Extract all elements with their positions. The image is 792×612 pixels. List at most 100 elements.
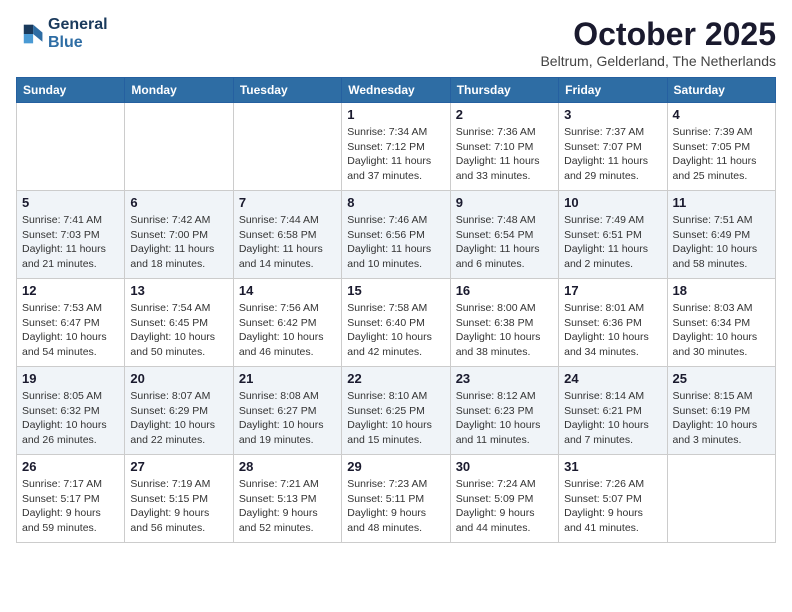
day-info: Sunrise: 8:07 AMSunset: 6:29 PMDaylight:… bbox=[130, 389, 227, 448]
col-header-monday: Monday bbox=[125, 78, 233, 103]
calendar-cell: 30 Sunrise: 7:24 AMSunset: 5:09 PMDayligh… bbox=[450, 455, 558, 543]
day-number: 1 bbox=[347, 107, 444, 122]
calendar-cell: 3 Sunrise: 7:37 AMSunset: 7:07 PMDaylight… bbox=[559, 103, 667, 191]
logo: General Blue bbox=[16, 16, 108, 52]
header-row: SundayMondayTuesdayWednesdayThursdayFrid… bbox=[17, 78, 776, 103]
day-number: 11 bbox=[673, 195, 770, 210]
col-header-thursday: Thursday bbox=[450, 78, 558, 103]
col-header-friday: Friday bbox=[559, 78, 667, 103]
day-number: 12 bbox=[22, 283, 119, 298]
calendar-cell bbox=[17, 103, 125, 191]
day-info: Sunrise: 8:15 AMSunset: 6:19 PMDaylight:… bbox=[673, 389, 770, 448]
calendar-cell: 25 Sunrise: 8:15 AMSunset: 6:19 PMDayligh… bbox=[667, 367, 775, 455]
calendar-cell: 21 Sunrise: 8:08 AMSunset: 6:27 PMDayligh… bbox=[233, 367, 341, 455]
day-info: Sunrise: 7:17 AMSunset: 5:17 PMDaylight:… bbox=[22, 477, 119, 536]
calendar-cell: 11Sunrise: 7:51 AMSunset: 6:49 PMDayligh… bbox=[667, 191, 775, 279]
calendar-table: SundayMondayTuesdayWednesdayThursdayFrid… bbox=[16, 77, 776, 543]
day-number: 22 bbox=[347, 371, 444, 386]
calendar-week-2: 5Sunrise: 7:41 AMSunset: 7:03 PMDaylight… bbox=[17, 191, 776, 279]
calendar-cell: 23 Sunrise: 8:12 AMSunset: 6:23 PMDayligh… bbox=[450, 367, 558, 455]
day-number: 30 bbox=[456, 459, 553, 474]
calendar-cell bbox=[125, 103, 233, 191]
day-number: 25 bbox=[673, 371, 770, 386]
calendar-cell: 5Sunrise: 7:41 AMSunset: 7:03 PMDaylight… bbox=[17, 191, 125, 279]
logo-icon bbox=[16, 20, 44, 48]
calendar-cell: 15 Sunrise: 7:58 AMSunset: 6:40 PMDayligh… bbox=[342, 279, 450, 367]
col-header-sunday: Sunday bbox=[17, 78, 125, 103]
day-info: Sunrise: 7:46 AMSunset: 6:56 PMDaylight:… bbox=[347, 213, 444, 272]
calendar-cell: 1 Sunrise: 7:34 AMSunset: 7:12 PMDaylight… bbox=[342, 103, 450, 191]
calendar-cell: 17 Sunrise: 8:01 AMSunset: 6:36 PMDayligh… bbox=[559, 279, 667, 367]
day-info: Sunrise: 7:34 AMSunset: 7:12 PMDaylight:… bbox=[347, 125, 444, 184]
day-number: 20 bbox=[130, 371, 227, 386]
calendar-cell: 18 Sunrise: 8:03 AMSunset: 6:34 PMDayligh… bbox=[667, 279, 775, 367]
day-info: Sunrise: 7:54 AMSunset: 6:45 PMDaylight:… bbox=[130, 301, 227, 360]
day-number: 21 bbox=[239, 371, 336, 386]
day-number: 27 bbox=[130, 459, 227, 474]
calendar-cell: 29 Sunrise: 7:23 AMSunset: 5:11 PMDayligh… bbox=[342, 455, 450, 543]
calendar-week-5: 26Sunrise: 7:17 AMSunset: 5:17 PMDayligh… bbox=[17, 455, 776, 543]
calendar-cell: 27 Sunrise: 7:19 AMSunset: 5:15 PMDayligh… bbox=[125, 455, 233, 543]
calendar-cell: 8 Sunrise: 7:46 AMSunset: 6:56 PMDaylight… bbox=[342, 191, 450, 279]
day-info: Sunrise: 7:49 AMSunset: 6:51 PMDaylight:… bbox=[564, 213, 661, 272]
day-info: Sunrise: 7:39 AMSunset: 7:05 PMDaylight:… bbox=[673, 125, 770, 184]
calendar-cell: 20 Sunrise: 8:07 AMSunset: 6:29 PMDayligh… bbox=[125, 367, 233, 455]
col-header-saturday: Saturday bbox=[667, 78, 775, 103]
day-info: Sunrise: 7:44 AMSunset: 6:58 PMDaylight:… bbox=[239, 213, 336, 272]
day-info: Sunrise: 8:10 AMSunset: 6:25 PMDaylight:… bbox=[347, 389, 444, 448]
calendar-cell bbox=[667, 455, 775, 543]
day-number: 14 bbox=[239, 283, 336, 298]
calendar-cell: 13 Sunrise: 7:54 AMSunset: 6:45 PMDayligh… bbox=[125, 279, 233, 367]
day-info: Sunrise: 8:14 AMSunset: 6:21 PMDaylight:… bbox=[564, 389, 661, 448]
calendar-cell: 24 Sunrise: 8:14 AMSunset: 6:21 PMDayligh… bbox=[559, 367, 667, 455]
day-info: Sunrise: 7:21 AMSunset: 5:13 PMDaylight:… bbox=[239, 477, 336, 536]
calendar-week-1: 1 Sunrise: 7:34 AMSunset: 7:12 PMDaylight… bbox=[17, 103, 776, 191]
day-number: 17 bbox=[564, 283, 661, 298]
day-info: Sunrise: 7:42 AMSunset: 7:00 PMDaylight:… bbox=[130, 213, 227, 272]
day-info: Sunrise: 8:01 AMSunset: 6:36 PMDaylight:… bbox=[564, 301, 661, 360]
day-number: 13 bbox=[130, 283, 227, 298]
calendar-cell: 7 Sunrise: 7:44 AMSunset: 6:58 PMDaylight… bbox=[233, 191, 341, 279]
day-info: Sunrise: 7:53 AMSunset: 6:47 PMDaylight:… bbox=[22, 301, 119, 360]
day-info: Sunrise: 8:05 AMSunset: 6:32 PMDaylight:… bbox=[22, 389, 119, 448]
day-info: Sunrise: 7:37 AMSunset: 7:07 PMDaylight:… bbox=[564, 125, 661, 184]
day-info: Sunrise: 7:26 AMSunset: 5:07 PMDaylight:… bbox=[564, 477, 661, 536]
day-number: 4 bbox=[673, 107, 770, 122]
calendar-week-4: 19 Sunrise: 8:05 AMSunset: 6:32 PMDayligh… bbox=[17, 367, 776, 455]
day-number: 24 bbox=[564, 371, 661, 386]
day-number: 7 bbox=[239, 195, 336, 210]
day-info: Sunrise: 7:58 AMSunset: 6:40 PMDaylight:… bbox=[347, 301, 444, 360]
page-header: General Blue October 2025 Beltrum, Gelde… bbox=[16, 16, 776, 69]
calendar-cell: 12 Sunrise: 7:53 AMSunset: 6:47 PMDayligh… bbox=[17, 279, 125, 367]
calendar-cell bbox=[233, 103, 341, 191]
logo-text: General Blue bbox=[48, 16, 108, 52]
day-info: Sunrise: 7:23 AMSunset: 5:11 PMDaylight:… bbox=[347, 477, 444, 536]
day-number: 23 bbox=[456, 371, 553, 386]
day-info: Sunrise: 7:56 AMSunset: 6:42 PMDaylight:… bbox=[239, 301, 336, 360]
day-number: 10 bbox=[564, 195, 661, 210]
calendar-cell: 28Sunrise: 7:21 AMSunset: 5:13 PMDayligh… bbox=[233, 455, 341, 543]
day-number: 3 bbox=[564, 107, 661, 122]
day-info: Sunrise: 8:00 AMSunset: 6:38 PMDaylight:… bbox=[456, 301, 553, 360]
day-info: Sunrise: 7:41 AMSunset: 7:03 PMDaylight:… bbox=[22, 213, 119, 272]
day-number: 19 bbox=[22, 371, 119, 386]
day-number: 8 bbox=[347, 195, 444, 210]
calendar-cell: 16 Sunrise: 8:00 AMSunset: 6:38 PMDayligh… bbox=[450, 279, 558, 367]
day-info: Sunrise: 8:03 AMSunset: 6:34 PMDaylight:… bbox=[673, 301, 770, 360]
calendar-cell: 4 Sunrise: 7:39 AMSunset: 7:05 PMDaylight… bbox=[667, 103, 775, 191]
day-number: 18 bbox=[673, 283, 770, 298]
day-info: Sunrise: 7:19 AMSunset: 5:15 PMDaylight:… bbox=[130, 477, 227, 536]
day-info: Sunrise: 8:12 AMSunset: 6:23 PMDaylight:… bbox=[456, 389, 553, 448]
calendar-cell: 19 Sunrise: 8:05 AMSunset: 6:32 PMDayligh… bbox=[17, 367, 125, 455]
day-number: 29 bbox=[347, 459, 444, 474]
month-title: October 2025 bbox=[540, 16, 776, 53]
day-info: Sunrise: 7:24 AMSunset: 5:09 PMDaylight:… bbox=[456, 477, 553, 536]
day-number: 9 bbox=[456, 195, 553, 210]
calendar-cell: 6Sunrise: 7:42 AMSunset: 7:00 PMDaylight… bbox=[125, 191, 233, 279]
day-info: Sunrise: 8:08 AMSunset: 6:27 PMDaylight:… bbox=[239, 389, 336, 448]
day-number: 2 bbox=[456, 107, 553, 122]
calendar-cell: 2 Sunrise: 7:36 AMSunset: 7:10 PMDaylight… bbox=[450, 103, 558, 191]
day-number: 16 bbox=[456, 283, 553, 298]
day-info: Sunrise: 7:36 AMSunset: 7:10 PMDaylight:… bbox=[456, 125, 553, 184]
day-number: 15 bbox=[347, 283, 444, 298]
